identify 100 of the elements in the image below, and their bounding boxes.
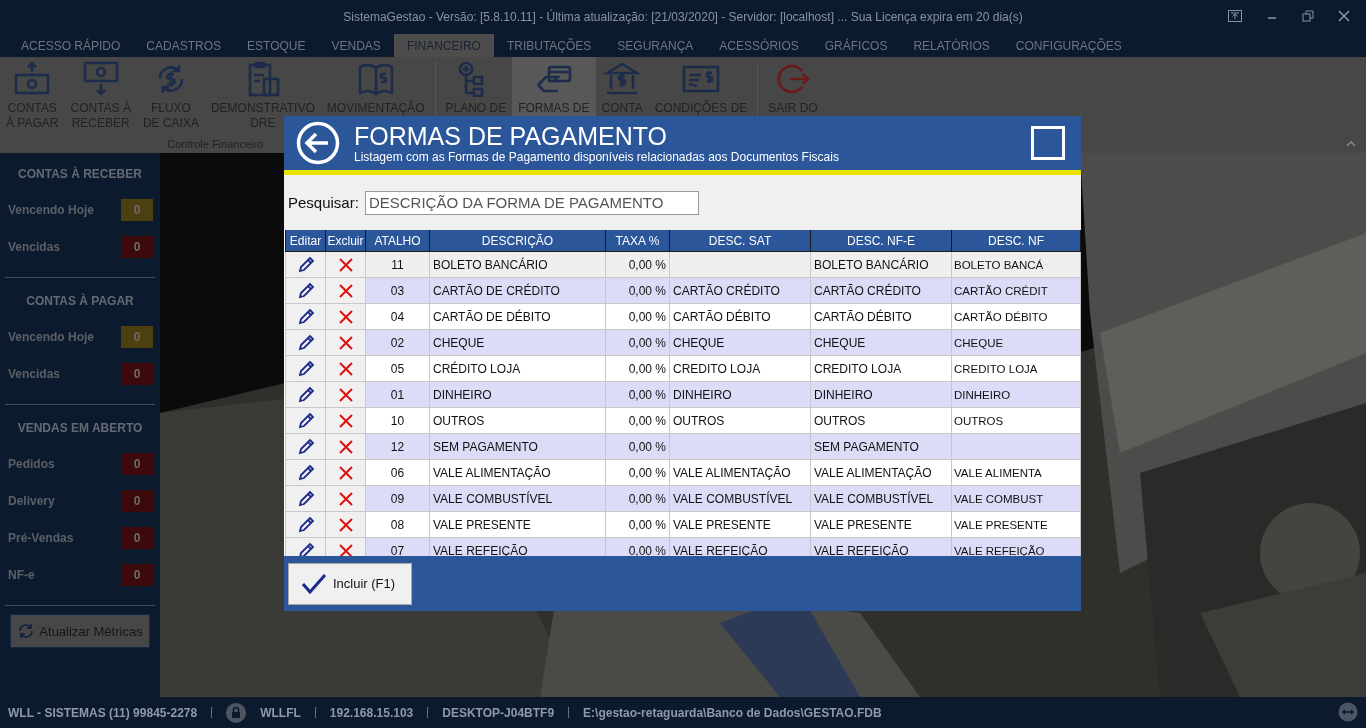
database-path: E:\gestao-retaguarda\Banco de Dados\GESTAO.FDB <box>583 705 882 720</box>
description-cell: VALE PRESENTE <box>433 517 531 532</box>
shortcut-cell: 01 <box>390 387 405 402</box>
edit-icon[interactable] <box>296 281 315 300</box>
edit-icon[interactable] <box>296 333 315 352</box>
square-button[interactable] <box>1031 126 1065 160</box>
nfe-description-cell: DINHEIRO <box>814 387 873 402</box>
delete-icon[interactable] <box>337 438 354 455</box>
machine-name: DESKTOP-J04BTF9 <box>442 705 555 720</box>
menu-tab[interactable]: VENDAS <box>318 34 394 57</box>
rate-cell: 0,00 % <box>628 439 666 454</box>
nf-description-cell: CARTÃO DÉBITO <box>954 310 1048 323</box>
sat-description-cell: DINHEIRO <box>673 387 732 402</box>
menu-tab[interactable]: TRIBUTAÇÕES <box>493 34 605 57</box>
shortcut-cell: 12 <box>390 439 405 454</box>
column-header[interactable]: DESC. NF-E <box>810 230 952 252</box>
sat-description-cell: VALE PRESENTE <box>673 517 771 532</box>
menu-tab[interactable]: CADASTROS <box>133 34 235 57</box>
collapse-icon[interactable] <box>1346 141 1356 147</box>
menu-tab[interactable]: ACESSÓRIOS <box>706 34 812 57</box>
edit-icon[interactable] <box>296 307 315 326</box>
delete-icon[interactable] <box>337 542 354 556</box>
column-header[interactable]: DESC. SAT <box>669 230 811 252</box>
close-icon[interactable] <box>1338 10 1350 22</box>
nfe-description-cell: CARTÃO CRÉDITO <box>814 283 921 298</box>
edit-icon[interactable] <box>296 385 315 404</box>
metric-label: Vencendo Hoje <box>8 202 95 217</box>
menu-tab[interactable]: ESTOQUE <box>234 34 319 57</box>
menu-tab[interactable]: ACESSO RÁPIDO <box>8 34 134 57</box>
nfe-description-cell: VALE PRESENTE <box>814 517 912 532</box>
delete-icon[interactable] <box>337 464 354 481</box>
shortcut-cell: 07 <box>390 543 405 556</box>
book-dollar-icon <box>356 61 395 97</box>
window-title: SistemaGestao - Versão: [5.8.10.11] - Última atualização: [21/03/2020] - Servidor: [localhost] ... Sua Licença expira em 20 dia(s) <box>343 10 1023 24</box>
edit-icon[interactable] <box>296 437 315 456</box>
shortcut-cell: 08 <box>390 517 405 532</box>
sat-description-cell: VALE ALIMENTAÇÃO <box>673 465 791 480</box>
edit-icon[interactable] <box>296 515 315 534</box>
column-header[interactable]: DESCRIÇÃO <box>429 230 606 252</box>
column-header[interactable]: DESC. NF <box>951 230 1081 252</box>
nfe-description-cell: OUTROS <box>814 413 866 428</box>
menu-tab[interactable]: SEGURANÇA <box>604 34 707 57</box>
column-header[interactable]: Editar <box>285 230 326 252</box>
column-header[interactable]: TAXA % <box>605 230 670 252</box>
edit-icon[interactable] <box>296 255 315 274</box>
pin-icon[interactable] <box>1228 10 1242 22</box>
rate-cell: 0,00 % <box>628 465 666 480</box>
metric-label: Vencidas <box>8 239 61 254</box>
delete-icon[interactable] <box>337 256 354 273</box>
restore-icon[interactable] <box>1302 10 1314 22</box>
count-badge: 0 <box>121 489 153 512</box>
edit-icon[interactable] <box>296 463 315 482</box>
add-button[interactable]: Incluir (F1) <box>288 562 412 605</box>
description-cell: VALE COMBUSTÍVEL <box>433 491 553 506</box>
sat-description-cell: VALE COMBUSTÍVEL <box>673 491 793 506</box>
count-badge: 0 <box>121 526 153 549</box>
description-cell: CARTÃO DE CRÉDITO <box>433 283 560 298</box>
section-title: CONTAS À PAGAR <box>25 292 135 310</box>
nfe-description-cell: VALE COMBUSTÍVEL <box>814 491 934 506</box>
nf-description-cell: CHEQUE <box>954 336 1004 349</box>
delete-icon[interactable] <box>337 334 354 351</box>
column-header[interactable]: Excluir <box>325 230 366 252</box>
nfe-description-cell: CHEQUE <box>814 335 866 350</box>
money-down-icon <box>81 61 120 97</box>
shortcut-cell: 02 <box>390 335 405 350</box>
search-label: Pesquisar: <box>288 194 359 211</box>
delete-icon[interactable] <box>337 516 354 533</box>
rate-cell: 0,00 % <box>628 309 666 324</box>
rate-cell: 0,00 % <box>628 335 666 350</box>
rate-cell: 0,00 % <box>628 257 666 272</box>
edit-icon[interactable] <box>296 359 315 378</box>
search-field[interactable]: DESCRIÇÃO DA FORMA DE PAGAMENTO <box>364 190 699 215</box>
column-header[interactable]: ATALHO <box>365 230 430 252</box>
rate-cell: 0,00 % <box>628 491 666 506</box>
metric-label: Pré-Vendas <box>8 530 74 545</box>
menu-tab[interactable]: RELATÓRIOS <box>900 34 1003 57</box>
metric-label: Vencendo Hoje <box>8 329 95 344</box>
edit-icon[interactable] <box>296 541 315 556</box>
nfe-description-cell: CREDITO LOJA <box>814 361 902 376</box>
menu-tab[interactable]: GRÁFICOS <box>811 34 901 57</box>
refresh-icon <box>17 622 36 640</box>
bank-icon <box>603 61 642 97</box>
shortcut-cell: 04 <box>390 309 405 324</box>
delete-icon[interactable] <box>337 412 354 429</box>
nf-description-cell: VALE PRESENTE <box>954 518 1048 531</box>
back-icon[interactable] <box>296 121 340 165</box>
shortcut-cell: 06 <box>390 465 405 480</box>
edit-icon[interactable] <box>296 489 315 508</box>
delete-icon[interactable] <box>337 360 354 377</box>
shortcut-cell: 03 <box>390 283 405 298</box>
delete-icon[interactable] <box>337 490 354 507</box>
rate-cell: 0,00 % <box>628 543 666 556</box>
delete-icon[interactable] <box>337 386 354 403</box>
metric-label: NF-e <box>8 567 35 582</box>
count-badge: 0 <box>121 198 153 221</box>
delete-icon[interactable] <box>337 308 354 325</box>
menu-tab[interactable]: CONFIGURAÇÕES <box>1002 34 1135 57</box>
sat-description-cell: CARTÃO DÉBITO <box>673 309 771 324</box>
delete-icon[interactable] <box>337 282 354 299</box>
edit-icon[interactable] <box>296 411 315 430</box>
